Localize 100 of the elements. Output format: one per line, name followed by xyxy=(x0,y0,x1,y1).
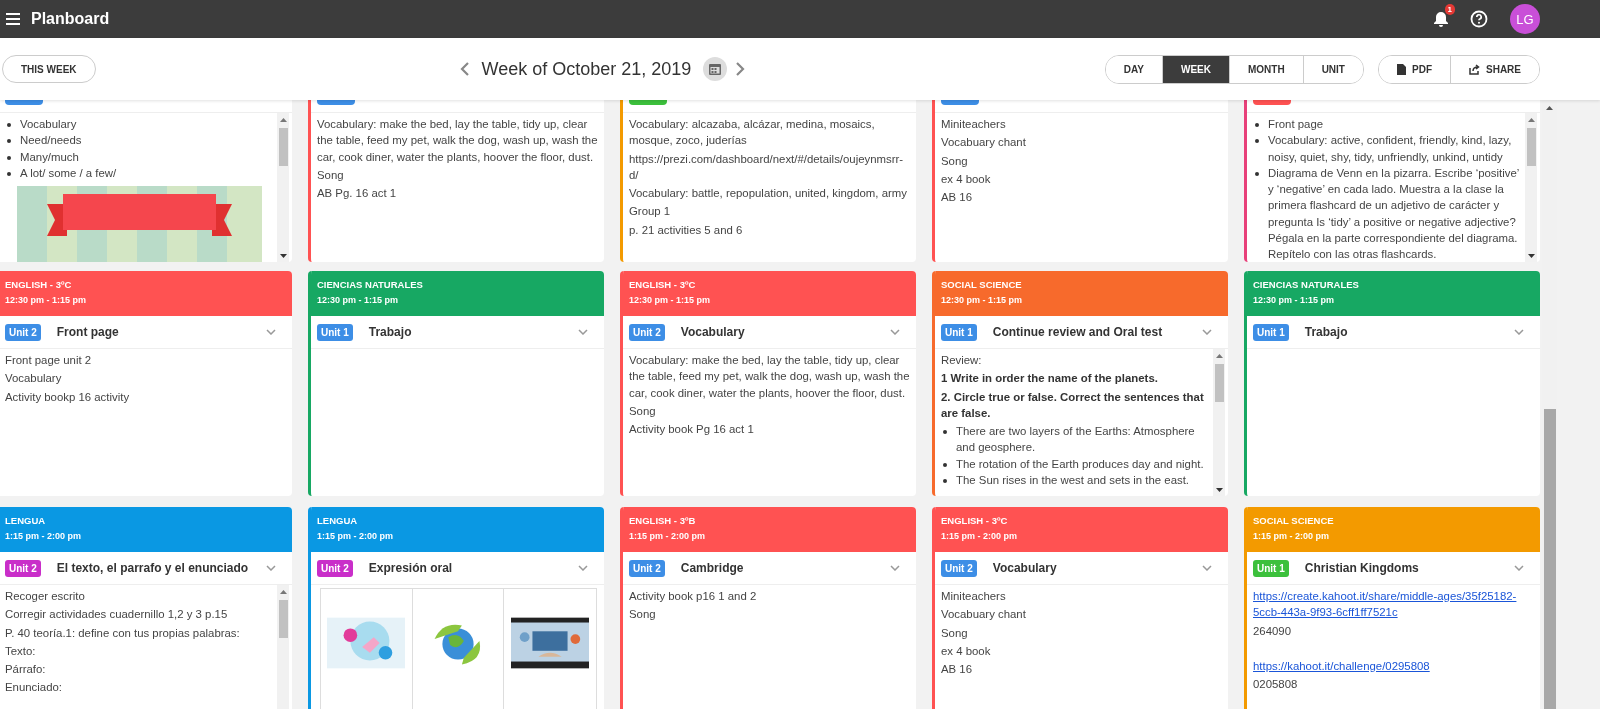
lesson-card[interactable]: CIENCIAS NATURALES 12:30 pm - 1:15 pm Unit 1 Trabajo xyxy=(308,271,604,496)
bell-icon[interactable] xyxy=(1432,10,1450,28)
link[interactable]: https://kahoot.it/challenge/0295808 xyxy=(1253,657,1536,675)
scrollbar[interactable] xyxy=(1213,349,1225,496)
time-label: 12:30 pm - 1:15 pm xyxy=(1253,294,1336,307)
note-text: Song xyxy=(629,403,657,419)
pdf-button[interactable]: PDF xyxy=(1379,55,1451,83)
arrow-up-icon[interactable] xyxy=(1546,105,1553,110)
note-text: Vocabulary: make the bed, lay the table, tidy up, clear the table, feed my pet, walk the dog, wash up, wash the car, cook diner, water the plants, hoover the floor, dust. xyxy=(629,353,911,401)
arrow-up-icon[interactable] xyxy=(279,117,287,122)
view-tab[interactable]: DAY xyxy=(1105,55,1163,83)
arrow-up-icon[interactable] xyxy=(1215,353,1223,358)
arrow-down-icon[interactable] xyxy=(1215,488,1223,493)
lesson-card[interactable] xyxy=(620,271,916,496)
chevron-down-icon[interactable] xyxy=(266,329,276,335)
lesson-card[interactable] xyxy=(1244,100,1540,262)
bullet-icon xyxy=(943,462,947,467)
note-text: Vocabuary chant xyxy=(941,135,1027,151)
subject-label: CIENCIAS NATURALES xyxy=(1253,278,1360,292)
list-item-text: There are two layers of the Earths: Atmosphere and geosphere. xyxy=(956,424,1196,456)
chevron-down-icon[interactable] xyxy=(578,329,588,335)
lesson-title[interactable]: Continue review and Oral test xyxy=(992,325,1163,339)
lesson-card[interactable] xyxy=(620,100,916,262)
chevron-down-icon[interactable] xyxy=(578,565,588,571)
lesson-card[interactable]: ENGLISH - 3ºB 1:15 pm - 2:00 pm Unit 2 Cambridge Activity book p16 1 and 2 Song xyxy=(620,507,916,709)
unit-badge: Unit 1 xyxy=(317,323,353,341)
note-text: Vocabulary: make the bed, lay the table, tidy up, clear the table, feed my pet, walk the dog, wash up, wash the car, cook diner, water the plants, hoover the floor, dust. xyxy=(317,117,599,165)
lesson-title[interactable]: Vocabulary xyxy=(992,561,1057,575)
unit-badge: Unit 2 xyxy=(5,323,41,341)
lesson-title[interactable]: Trabajo xyxy=(368,325,412,339)
note-text: Song xyxy=(941,625,969,641)
scrollbar[interactable] xyxy=(277,585,289,709)
note-text: Song xyxy=(629,607,657,623)
lesson-title[interactable]: Front page xyxy=(56,325,119,339)
lesson-card[interactable]: ENGLISH - 3ºC 1:15 pm - 2:00 pm Unit 2 Vocabulary Miniteachers Vocabuary chant Song ex 4 book AB 16 xyxy=(932,507,1228,709)
scroll-thumb[interactable] xyxy=(1526,128,1536,166)
lesson-card[interactable]: Vocabulary: make the bed, lay the table, tidy up, clear the table, feed my pet, walk the dog, wash up, wash the car, cook diner, water the plants, hoover the floor, dust. Song AB Pg. 16 act 1 xyxy=(308,100,604,262)
lesson-title[interactable]: El texto, el parrafo y el enunciado xyxy=(56,561,249,575)
arrow-down-icon[interactable] xyxy=(279,254,287,259)
lesson-title[interactable]: Trabajo xyxy=(1304,325,1348,339)
lesson-card[interactable]: LENGUA 1:15 pm - 2:00 pm Unit 2 Expresión oral xyxy=(308,507,604,709)
note-text: p. 21 activities 5 and 6 xyxy=(629,222,744,238)
note-text: P. 40 teoría.1: define con tus propias palabras: xyxy=(5,625,241,641)
lesson-title[interactable]: Cambridge xyxy=(680,561,744,575)
chevron-down-icon[interactable] xyxy=(1202,565,1212,571)
lesson-card[interactable]: ENGLISH - 3ºC 12:30 pm - 1:15 pm Unit 2 Front page Front page unit 2 Vocabulary Activity bookp 16 activity xyxy=(0,271,292,496)
view-tab[interactable]: WEEK xyxy=(1162,55,1230,83)
chevron-down-icon[interactable] xyxy=(890,329,900,335)
link[interactable]: https://create.kahoot.it/share/middle-ages/35f25182-5ccb-443a-9f93-6cff1ff7521c xyxy=(1253,588,1536,621)
chevron-down-icon[interactable] xyxy=(266,565,276,571)
lesson-title[interactable]: Christian Kingdoms xyxy=(1304,561,1419,575)
list-item-text: A lot/ some / a few/ xyxy=(20,165,117,181)
unit-badge: Unit 1 xyxy=(941,323,977,341)
help-icon[interactable] xyxy=(1470,10,1488,28)
arrow-up-icon[interactable] xyxy=(1527,117,1535,122)
lesson-card[interactable]: CIENCIAS NATURALES 12:30 pm - 1:15 pm Unit 1 Trabajo xyxy=(1244,271,1540,496)
calendar-icon[interactable] xyxy=(703,57,728,81)
menu-icon[interactable] xyxy=(6,13,20,25)
lesson-title[interactable]: Vocabulary xyxy=(680,325,745,339)
arrow-down-icon[interactable] xyxy=(1527,254,1535,259)
lesson-title[interactable]: Expresión oral xyxy=(368,561,453,575)
user-avatar[interactable]: LG xyxy=(1510,4,1540,34)
unit-badge: Unit 2 xyxy=(317,559,353,577)
document-icon xyxy=(1397,63,1406,75)
subject-label: LENGUA xyxy=(5,514,47,528)
note-text: Párrafo: xyxy=(5,662,47,678)
scrollbar[interactable] xyxy=(277,113,289,262)
bullet-icon xyxy=(943,430,947,435)
lesson-card[interactable] xyxy=(932,271,1228,496)
list-item-text: Diagrama de Venn en la pizarra. Escribe ‘positive’ y ‘negative’ en cada lado. Muestra a la clase la primera flashcard de un adjetivo de carácter y pregunta Is ‘tidy’ a positive or negative adjective? Pégala en la parte correspondiente del diagrama. Repítelo con las otras flashcards. xyxy=(1268,165,1520,262)
scrollbar[interactable] xyxy=(1525,113,1537,262)
this-week-button[interactable]: THIS WEEK xyxy=(2,55,96,83)
chevron-down-icon[interactable] xyxy=(1514,565,1524,571)
list-item-text: Many/much xyxy=(20,149,79,165)
chevron-down-icon[interactable] xyxy=(890,565,900,571)
note-text: Texto: xyxy=(5,643,37,659)
lesson-card[interactable]: SOCIAL SCIENCE 1:15 pm - 2:00 pm Unit 1 Christian Kingdoms https://create.kahoot.it/share/middle-ages/35f25182-5ccb-443a-9f93-6cff1ff7521c 264090 https://kahoot.it/challenge/0295808 0205808 xyxy=(1244,507,1540,709)
list-item-text: Vocabulary xyxy=(20,117,77,132)
chevron-down-icon[interactable] xyxy=(1202,329,1212,335)
time-label: 1:15 pm - 2:00 pm xyxy=(1253,530,1331,543)
arrow-up-icon[interactable] xyxy=(279,589,287,594)
subject-label: ENGLISH - 3ºB xyxy=(629,514,697,528)
week-title: Week of October 21, 2019 xyxy=(481,58,692,80)
lesson-card[interactable] xyxy=(0,507,292,709)
unit-badge: Unit 2 xyxy=(5,559,41,577)
time-label: 12:30 pm - 1:15 pm xyxy=(5,294,88,307)
list-item-text: Vocabulary: active, confident, friendly, kind, lazy, noisy, quiet, shy, tidy, unfriendly, unkind, untidy xyxy=(1268,133,1513,165)
chevron-down-icon[interactable] xyxy=(1514,329,1524,335)
lesson-card[interactable]: Vocabulary Need/needs Many/much A lot/ some / a few/ xyxy=(0,100,292,262)
chevron-right-icon[interactable] xyxy=(735,62,746,76)
scroll-thumb[interactable] xyxy=(278,600,288,638)
note-text: Recoger escrito xyxy=(5,589,86,604)
scroll-thumb[interactable] xyxy=(278,128,288,166)
note-text: Group 1 xyxy=(629,204,672,220)
lesson-card[interactable]: Miniteachers Vocabuary chant Song ex 4 book AB 16 xyxy=(932,100,1228,262)
bullet-icon xyxy=(943,479,947,484)
scroll-thumb[interactable] xyxy=(1214,364,1224,402)
scroll-thumb[interactable] xyxy=(1543,409,1556,709)
unit-badge: Unit 2 xyxy=(629,559,665,577)
chevron-left-icon[interactable] xyxy=(459,62,470,76)
